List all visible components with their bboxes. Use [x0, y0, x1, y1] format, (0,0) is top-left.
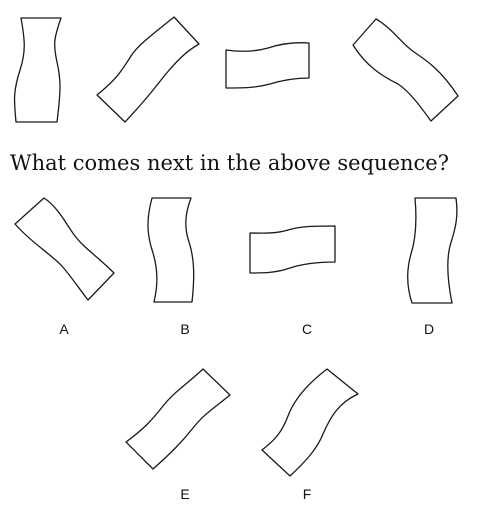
sequence-shape-4	[352, 18, 459, 122]
option-c-label[interactable]: C	[302, 321, 312, 337]
option-f-shape[interactable]	[261, 368, 359, 477]
option-c-shape[interactable]	[249, 225, 336, 274]
option-d-label[interactable]: D	[424, 321, 434, 337]
option-b-label[interactable]: B	[180, 321, 189, 337]
sequence-shape-1	[13, 17, 62, 123]
option-e-shape[interactable]	[125, 368, 231, 470]
option-e-label[interactable]: E	[180, 486, 189, 502]
sequence-shape-2	[96, 16, 200, 123]
puzzle-figure: What comes next in the above sequence? A…	[10, 16, 459, 502]
question-text: What comes next in the above sequence?	[10, 151, 449, 175]
option-a-label[interactable]: A	[59, 321, 69, 337]
sequence-shape-3	[225, 42, 310, 89]
option-b-shape[interactable]	[147, 197, 195, 303]
option-a-shape[interactable]	[14, 197, 115, 301]
option-d-shape[interactable]	[407, 197, 458, 304]
option-f-label[interactable]: F	[303, 486, 312, 502]
